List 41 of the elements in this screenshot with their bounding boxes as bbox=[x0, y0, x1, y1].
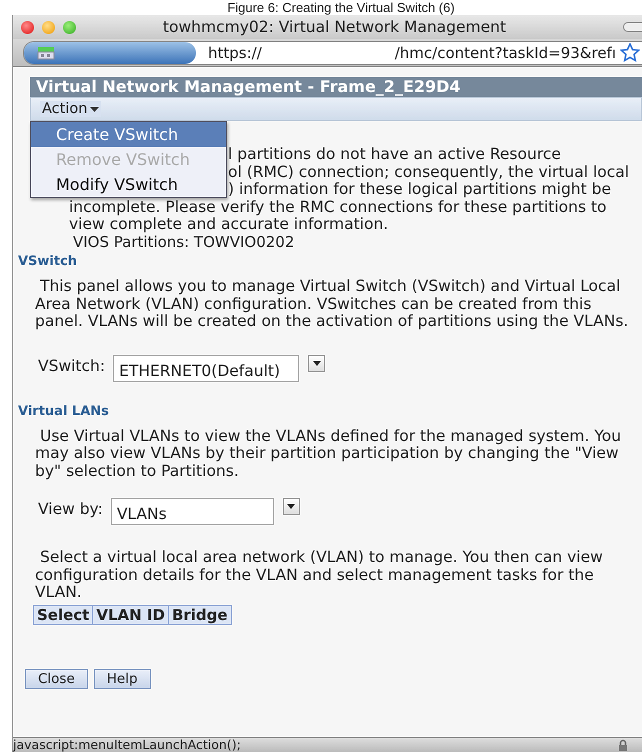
caret-icon bbox=[312, 360, 321, 366]
description: Use Virtual VLANs to view the VLANs defined for the managed system. You may also view VLANs by their partition participation by changing the "View by" selection to Partitions. bbox=[35, 428, 622, 480]
menu-item[interactable]: Modify VSwitch bbox=[31, 172, 226, 197]
dialog-button[interactable]: Help bbox=[94, 668, 151, 688]
page-header: Virtual Network Management - Frame_2_E29D4 bbox=[30, 77, 642, 97]
vios-partitions: VIOS Partitions: TOWVIO0202 bbox=[73, 234, 294, 251]
warning-text: ) information for these logical partitions might be bbox=[228, 181, 611, 198]
warning-text: incomplete. Please verify the RMC connections for these partitions to bbox=[69, 198, 607, 216]
warning-text: view complete and accurate information. bbox=[69, 216, 388, 234]
url-scheme: https:// bbox=[208, 44, 262, 62]
menu-item[interactable]: Create VSwitch bbox=[31, 122, 226, 147]
dialog-button[interactable]: Close bbox=[25, 668, 88, 688]
url-path: /hmc/content?taskId=93&refı bbox=[394, 44, 616, 62]
column-header: VLAN ID bbox=[92, 605, 168, 624]
star-icon[interactable] bbox=[620, 43, 640, 62]
warning-text: ol (RMC) connection; consequently, the virtual local bbox=[228, 164, 630, 181]
warning-text: l partitions do not have an active Resource bbox=[228, 146, 561, 164]
caret-icon bbox=[287, 504, 296, 509]
site-icon bbox=[36, 44, 56, 60]
instructions: Select a virtual local area network (VLAN) to manage. You then can view configuration details for the VLAN and select management tasks for the VLAN. bbox=[35, 549, 604, 602]
field-label: View by: bbox=[38, 499, 103, 518]
address-bar[interactable]: https:// /hmc/content?taskId=93&refı bbox=[23, 40, 642, 64]
close-icon[interactable] bbox=[21, 20, 34, 34]
field-label: VSwitch: bbox=[38, 356, 106, 374]
column-header: Bridge bbox=[168, 605, 232, 624]
dropdown-button[interactable] bbox=[308, 354, 326, 372]
vswitch-select[interactable]: ETHERNET0(Default) bbox=[113, 354, 300, 382]
caret-icon bbox=[90, 106, 100, 112]
figure-caption: Figure 6: Creating the Virtual Switch (6) bbox=[227, 0, 455, 15]
section-heading: Virtual LANs bbox=[18, 404, 109, 420]
view-by-select[interactable]: VLANs bbox=[110, 498, 274, 525]
lock-icon bbox=[618, 739, 628, 751]
dropdown-button[interactable] bbox=[282, 498, 300, 515]
window-title: towhmcmy02: Virtual Network Management bbox=[162, 18, 508, 36]
status-text: javascript:menuItemLaunchAction(); bbox=[13, 738, 241, 752]
action-menu[interactable]: Action bbox=[40, 101, 102, 117]
pill-button[interactable] bbox=[623, 22, 642, 32]
zoom-icon[interactable] bbox=[63, 20, 76, 34]
description: This panel allows you to manage Virtual Switch (VSwitch) and Virtual Local Area Network (VLAN) configuration. VSwitches can be created from this panel. VLANs will be created on the activation of partitions using the VLANs. bbox=[35, 278, 630, 330]
column-header: Select bbox=[34, 605, 93, 624]
section-heading: VSwitch bbox=[18, 254, 78, 270]
